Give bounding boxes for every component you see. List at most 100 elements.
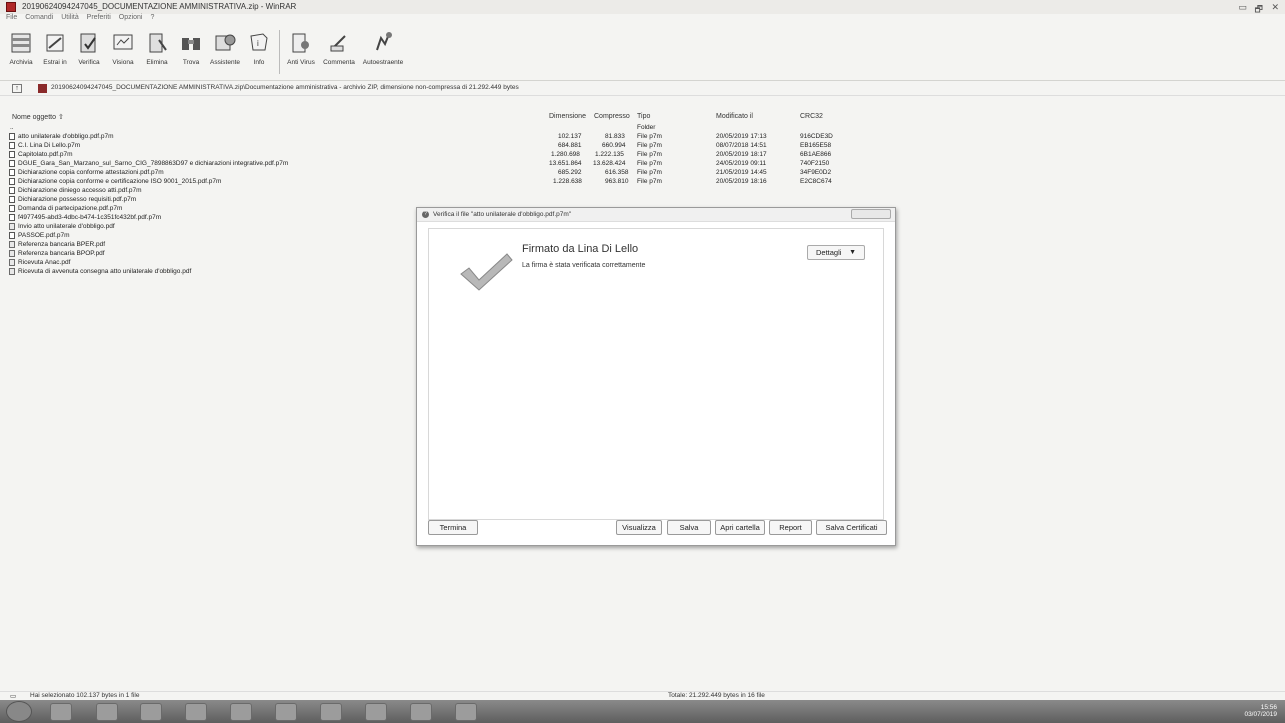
close-dialog-button[interactable]: Termina (428, 520, 478, 535)
file-type: File p7m (637, 151, 662, 158)
info-icon: i (250, 33, 268, 51)
menu-bar: File Comandi Utilità Preferiti Opzioni ? (0, 14, 1285, 24)
menu-help[interactable]: ? (150, 14, 154, 21)
sfx-button[interactable]: Autoestraente (360, 24, 406, 78)
col-type[interactable]: Tipo (637, 113, 650, 120)
antivirus-button[interactable]: Anti Virus (284, 24, 318, 78)
file-type: Folder (637, 124, 656, 131)
file-crc: EB165E58 (800, 142, 832, 149)
comment-button[interactable]: Commenta (322, 24, 356, 78)
taskbar-explorer-icon[interactable] (96, 703, 118, 721)
list-item[interactable]: atto unilaterale d'obbligo.pdf.p7m 102.1… (0, 133, 900, 142)
list-item[interactable]: Capitolato.pdf.p7m 1.280.698 1.222.135 F… (0, 151, 900, 160)
col-crc[interactable]: CRC32 (800, 113, 823, 120)
archive-button[interactable]: Archivia (4, 24, 38, 78)
info-label: Info (253, 59, 265, 66)
file-type: File p7m (637, 133, 662, 140)
p7m-file-icon (9, 232, 15, 239)
dialog-close-button[interactable] (851, 209, 891, 219)
list-item[interactable]: Dichiarazione diniego accesso atti.pdf.p… (0, 187, 900, 196)
taskbar-app-icon[interactable] (275, 703, 297, 721)
file-modified: 24/05/2019 09:11 (716, 160, 767, 167)
menu-utilities[interactable]: Utilità (61, 14, 79, 21)
dialog-title: Verifica il file "atto unilaterale d'obb… (433, 211, 572, 218)
file-name: Invio atto unilaterale d'obbligo.pdf (18, 223, 115, 230)
up-folder-button[interactable]: ↑ (12, 84, 22, 93)
menu-favorites[interactable]: Preferiti (87, 14, 111, 21)
p7m-file-icon (9, 160, 15, 167)
column-header: Nome oggetto ⇧ Dimensione Compresso Tipo… (0, 113, 1285, 123)
file-name: Dichiarazione possesso requisiti.pdf.p7m (18, 196, 137, 203)
find-icon (182, 38, 200, 50)
find-label: Trova (182, 59, 200, 66)
verification-message: La firma è stata verificata correttament… (522, 262, 646, 269)
taskbar-app-icon[interactable] (365, 703, 387, 721)
list-item[interactable]: DGUE_Gara_San_Marzano_sul_Sarno_CIG_7898… (0, 160, 900, 169)
list-item[interactable]: C.I. Lina Di Lello.p7m 684.881 660.994 F… (0, 142, 900, 151)
menu-commands[interactable]: Comandi (25, 14, 53, 21)
col-modified[interactable]: Modificato il (716, 113, 753, 120)
antivirus-icon (292, 33, 309, 53)
save-button[interactable]: Salva (667, 520, 711, 535)
taskbar-app-icon[interactable] (185, 703, 207, 721)
taskbar-winrar-icon[interactable] (410, 703, 432, 721)
report-button[interactable]: Report (769, 520, 812, 535)
view-icon (113, 34, 133, 50)
extract-button[interactable]: Estrai in (38, 24, 72, 78)
view-button[interactable]: Visiona (106, 24, 140, 78)
file-name: Domanda di partecipazione.pdf.p7m (18, 205, 123, 212)
tray-clock-time: 15:56 (1260, 704, 1277, 711)
archive-add-icon (11, 33, 31, 53)
taskbar: 15:56 03/07/2019 (0, 700, 1285, 723)
sfx-label: Autoestraente (362, 59, 404, 66)
save-certificates-button[interactable]: Salva Certificati (816, 520, 887, 535)
taskbar-app-icon[interactable] (230, 703, 252, 721)
checkmark-icon (460, 253, 513, 291)
file-crc: 6B1AE866 (800, 151, 832, 158)
close-button[interactable]: ✕ (1271, 2, 1279, 13)
file-size: 102.137 (558, 133, 582, 140)
pdf-file-icon (9, 259, 15, 266)
test-button[interactable]: Verifica (72, 24, 106, 78)
file-name: Referenza bancaria BPER.pdf (18, 241, 106, 248)
file-packed: 616.358 (605, 169, 629, 176)
archive-label: Archivia (9, 59, 33, 66)
col-packed[interactable]: Compresso (594, 113, 630, 120)
view-file-button[interactable]: Visualizza (616, 520, 662, 535)
tray-clock-date: 03/07/2019 (1244, 711, 1277, 718)
extract-label: Estrai in (43, 59, 67, 66)
p7m-file-icon (9, 169, 15, 176)
file-name: Dichiarazione diniego accesso atti.pdf.p… (18, 187, 142, 194)
find-button[interactable]: Trova (174, 24, 208, 78)
taskbar-ie-icon[interactable] (50, 703, 72, 721)
list-item[interactable]: Dichiarazione copia conforme e certifica… (0, 178, 900, 187)
file-name: C.I. Lina Di Lello.p7m (18, 142, 81, 149)
menu-file[interactable]: File (6, 14, 17, 21)
list-item[interactable]: .. Folder (0, 124, 900, 133)
info-button[interactable]: i Info (242, 24, 276, 78)
file-name: Ricevuta di avvenuta consegna atto unila… (18, 268, 192, 275)
extract-icon (46, 34, 64, 52)
details-dropdown[interactable]: Dettagli ▼ (807, 245, 865, 260)
wizard-icon (215, 34, 236, 51)
taskbar-app-icon[interactable] (455, 703, 477, 721)
delete-button[interactable]: Elimina (140, 24, 174, 78)
signature-pane: Firmato da Lina Di Lello La firma è stat… (428, 228, 884, 520)
col-name[interactable]: Nome oggetto ⇧ (12, 113, 64, 121)
taskbar-app-icon[interactable] (320, 703, 342, 721)
selection-status: Hai selezionato 102.137 bytes in 1 file (30, 692, 140, 699)
menu-options[interactable]: Opzioni (119, 14, 143, 21)
view-label: Visiona (112, 59, 134, 66)
list-item[interactable]: Dichiarazione copia conforme attestazion… (0, 169, 900, 178)
open-folder-button[interactable]: Apri cartella (715, 520, 765, 535)
file-crc: 740F2150 (800, 160, 830, 167)
col-size[interactable]: Dimensione (549, 113, 586, 120)
sfx-icon (376, 32, 392, 51)
list-item[interactable]: Dichiarazione possesso requisiti.pdf.p7m (0, 196, 900, 205)
wizard-button[interactable]: Assistente (208, 24, 242, 78)
delete-label: Elimina (146, 59, 168, 66)
minimize-button[interactable]: ▭ (1238, 2, 1247, 13)
file-name: .. (10, 124, 14, 131)
taskbar-media-icon[interactable] (140, 703, 162, 721)
start-button[interactable] (6, 701, 32, 722)
